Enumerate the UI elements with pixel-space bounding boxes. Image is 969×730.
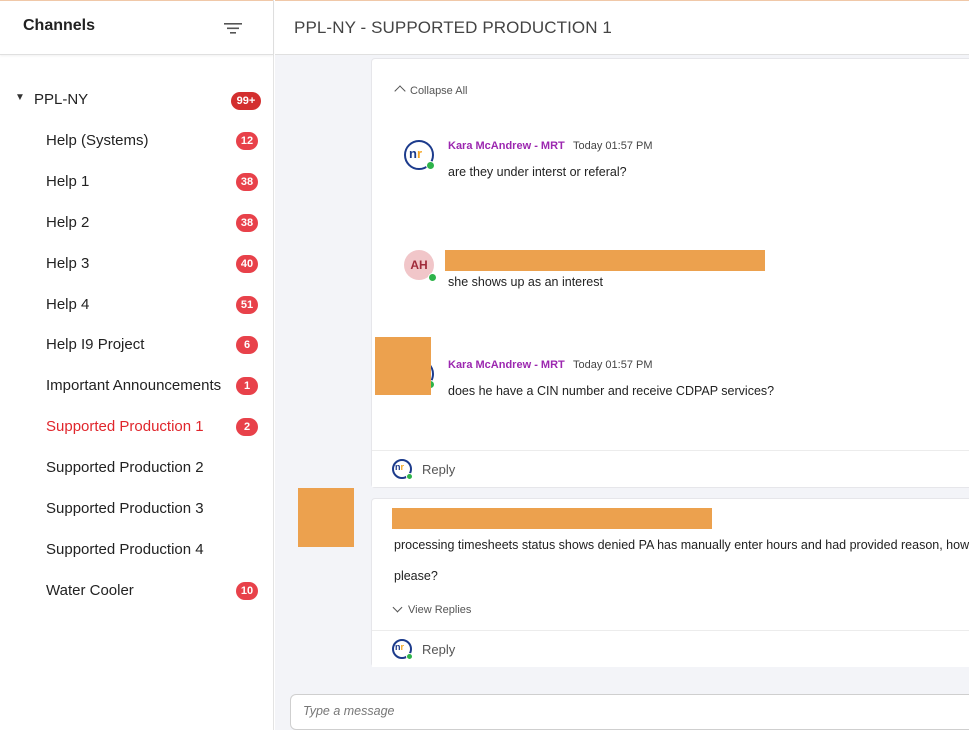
avatar[interactable]: nr (404, 140, 435, 170)
unread-badge: 38 (236, 172, 258, 191)
sidebar-item-channel[interactable]: Help (Systems) 12 (0, 120, 273, 161)
caret-down-icon[interactable]: ▼ (15, 92, 25, 103)
redacted-author (392, 508, 712, 529)
collapse-all-label: Collapse All (410, 85, 468, 97)
sidebar-item-channel[interactable]: Important Announcements 1 (0, 365, 273, 406)
sidebar-item-label: Important Announcements (46, 377, 222, 395)
sidebar-item-channel[interactable]: Supported Production 4 (0, 529, 273, 570)
sidebar-item-label: Supported Production 4 (46, 540, 204, 558)
message-time: Today 01:57 PM (573, 140, 653, 152)
sidebar-item-channel[interactable]: Help 1 38 (0, 161, 273, 202)
online-status-icon (426, 161, 435, 170)
thread-card: Collapse All nr Kara McAndrew - MRT Toda… (371, 58, 969, 488)
chevron-down-icon (392, 602, 403, 613)
message-input[interactable] (303, 704, 903, 718)
message-author[interactable]: Kara McAndrew - MRT (448, 359, 565, 371)
sidebar-title: Channels (23, 17, 96, 34)
view-replies-button[interactable]: View Replies (392, 602, 472, 616)
reply-button[interactable]: Reply (422, 462, 455, 477)
unread-badge: 1 (236, 377, 258, 396)
reply-button[interactable]: Reply (422, 642, 455, 657)
sidebar-item-channel[interactable]: Supported Production 2 (0, 447, 273, 488)
online-status-icon (428, 273, 437, 282)
message-composer[interactable] (290, 694, 969, 730)
sidebar-header: Channels (0, 0, 273, 55)
online-status-icon (406, 653, 413, 660)
redacted-avatar (298, 488, 354, 547)
avatar-initials: AH (410, 258, 428, 272)
message-text: processing timesheets status shows denie… (394, 538, 969, 552)
reply-bar: nr Reply (372, 630, 969, 667)
message-time: Today 01:57 PM (573, 359, 653, 371)
nr-logo-icon: nr (392, 459, 413, 480)
nr-logo-icon: nr (392, 639, 413, 660)
sidebar-item-label: Water Cooler (46, 581, 134, 599)
message-text-continued: please? (394, 569, 438, 583)
channel-list: ▼ PPL-NY 99+ Help (Systems) 12 Help 1 38 Hel… (0, 80, 273, 611)
sidebar-item-label: Help 3 (46, 254, 90, 272)
sidebar-item-label: Supported Production 2 (46, 459, 204, 477)
online-status-icon (406, 473, 413, 480)
unread-badge: 10 (236, 581, 258, 600)
sidebar-item-label: Supported Production 3 (46, 500, 204, 518)
channel-header: PPL-NY - SUPPORTED PRODUCTION 1 (275, 0, 969, 55)
filter-icon[interactable] (222, 20, 244, 36)
channel-title: PPL-NY - SUPPORTED PRODUCTION 1 (294, 18, 612, 37)
sidebar-item-label: Help (Systems) (46, 132, 149, 149)
channel-group-label: PPL-NY (34, 91, 89, 108)
unread-badge: 51 (236, 295, 258, 314)
unread-badge: 6 (236, 336, 258, 355)
channel-main: PPL-NY - SUPPORTED PRODUCTION 1 Collapse… (275, 0, 969, 730)
chevron-up-icon (394, 85, 406, 97)
collapse-all-button[interactable]: Collapse All (394, 85, 468, 97)
unread-badge: 99+ (231, 92, 261, 110)
sidebar-item-channel[interactable]: Help 2 38 (0, 202, 273, 243)
unread-badge: 40 (236, 254, 258, 273)
redacted-avatar (375, 337, 431, 395)
message-text: are they under interst or referal? (448, 165, 627, 179)
sidebar-item-channel[interactable]: Supported Production 1 2 (0, 406, 273, 447)
unread-badge: 12 (236, 132, 258, 150)
sidebar-item-label: Help 1 (46, 172, 90, 190)
message-author[interactable]: Kara McAndrew - MRT (448, 140, 565, 152)
redacted-author (445, 250, 765, 271)
sidebar-item-channel[interactable]: Help I9 Project 6 (0, 324, 273, 365)
unread-badge: 38 (236, 213, 258, 232)
message-text: does he have a CIN number and receive CD… (448, 384, 775, 398)
unread-badge: 2 (236, 418, 258, 437)
message-text: she shows up as an interest (448, 275, 603, 289)
sidebar-item-channel[interactable]: Water Cooler 10 (0, 570, 273, 611)
channel-group-ppl-ny[interactable]: ▼ PPL-NY 99+ (0, 80, 273, 120)
sidebar-item-channel[interactable]: Help 3 40 (0, 243, 273, 284)
view-replies-label: View Replies (408, 604, 472, 616)
reply-bar: nr Reply (372, 450, 969, 487)
channels-sidebar: Channels ▼ PPL-NY 99+ Help (Systems) 12 He… (0, 0, 274, 730)
sidebar-item-label: Supported Production 1 (46, 418, 204, 436)
avatar[interactable]: AH (404, 250, 437, 282)
thread-card: processing timesheets status shows denie… (371, 498, 969, 667)
sidebar-item-label: Help I9 Project (46, 336, 145, 354)
sidebar-item-channel[interactable]: Supported Production 3 (0, 488, 273, 529)
sidebar-item-label: Help 2 (46, 213, 90, 231)
sidebar-item-label: Help 4 (46, 295, 90, 313)
nr-logo-icon: nr (409, 146, 423, 161)
sidebar-item-channel[interactable]: Help 4 51 (0, 284, 273, 325)
